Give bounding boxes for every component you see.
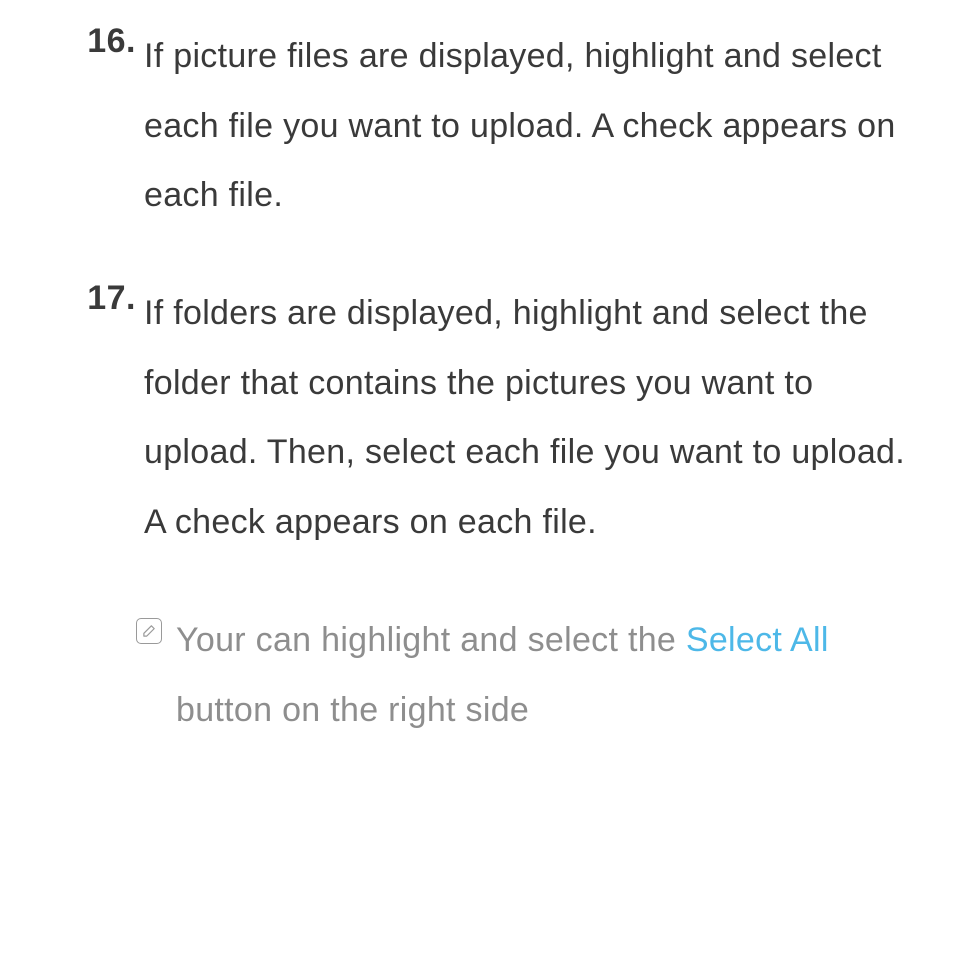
pencil-icon xyxy=(142,623,157,638)
note-suffix: button on the right side xyxy=(176,691,529,729)
item-text: If folders are displayed, highlight and … xyxy=(144,279,914,558)
note-block: Your can highlight and select the Select… xyxy=(84,606,914,745)
list-item: 17. If folders are displayed, highlight … xyxy=(84,279,914,558)
list-item: 16. If picture files are displayed, high… xyxy=(84,22,914,231)
item-text: If picture files are displayed, highligh… xyxy=(144,22,914,231)
note-prefix: Your can highlight and select the xyxy=(176,621,686,659)
item-number: 17. xyxy=(84,279,136,558)
note-text: Your can highlight and select the Select… xyxy=(176,606,914,745)
pencil-note-icon xyxy=(136,618,162,644)
item-number: 16. xyxy=(84,22,136,231)
note-highlight: Select All xyxy=(686,621,829,659)
